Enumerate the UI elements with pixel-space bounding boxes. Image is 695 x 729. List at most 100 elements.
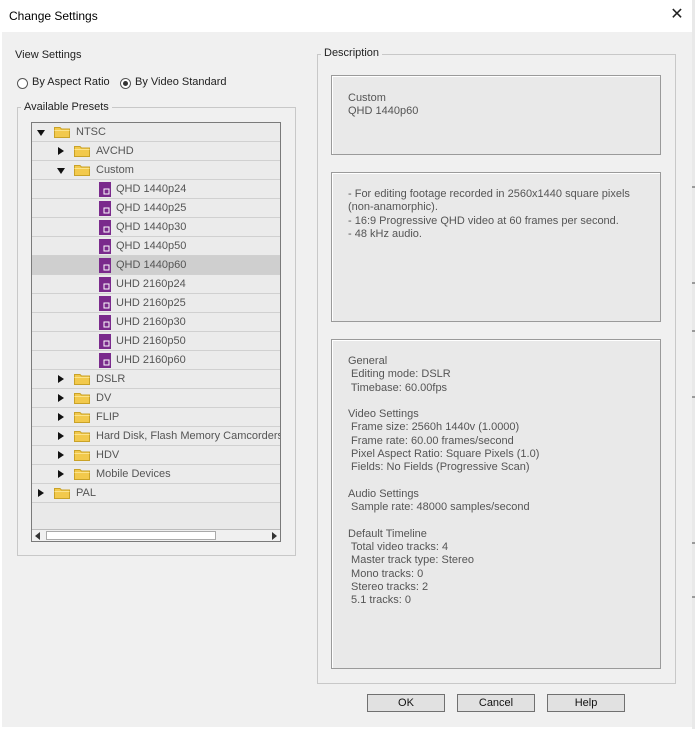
preset-file-icon	[99, 277, 111, 292]
video-standard-radio-label[interactable]: By Video Standard	[135, 76, 227, 88]
collapse-arrow-icon[interactable]	[37, 130, 45, 136]
preset-details-text: General Editing mode: DSLR Timebase: 60.…	[348, 355, 539, 608]
expand-arrow-icon[interactable]	[58, 451, 64, 459]
folder-icon	[54, 127, 70, 138]
tree-preset-row[interactable]: UHD 2160p60	[32, 351, 280, 370]
scroll-right-icon[interactable]	[272, 532, 277, 540]
folder-icon	[74, 146, 90, 157]
description-line	[348, 515, 539, 528]
title-bar: Change Settings ✕	[0, 0, 695, 32]
tree-item-label: HDV	[96, 449, 120, 461]
tree-item-label: QHD 1440p50	[116, 240, 187, 252]
expand-arrow-icon[interactable]	[58, 394, 64, 402]
folder-icon	[74, 431, 90, 442]
tree-folder-row[interactable]: Custom	[32, 161, 280, 180]
scroll-left-icon[interactable]	[35, 532, 40, 540]
video-standard-radio[interactable]	[120, 78, 131, 89]
ok-button[interactable]: OK	[367, 694, 445, 712]
preset-file-icon	[99, 239, 111, 254]
tree-preset-row[interactable]: QHD 1440p24	[32, 180, 280, 199]
tree-preset-row[interactable]: QHD 1440p50	[32, 237, 280, 256]
description-label: Description	[321, 47, 383, 59]
tree-preset-row[interactable]: QHD 1440p25	[32, 199, 280, 218]
description-line: QHD 1440p60	[348, 105, 419, 118]
preset-file-icon	[99, 220, 111, 235]
tree-item-label: UHD 2160p50	[116, 335, 186, 347]
preset-file-icon	[99, 296, 111, 311]
tree-preset-row[interactable]: UHD 2160p50	[32, 332, 280, 351]
help-button[interactable]: Help	[547, 694, 625, 712]
expand-arrow-icon[interactable]	[38, 489, 44, 497]
tree-item-label: Hard Disk, Flash Memory Camcorders	[96, 430, 281, 442]
expand-arrow-icon[interactable]	[58, 375, 64, 383]
tree-preset-row[interactable]: UHD 2160p25	[32, 294, 280, 313]
tree-folder-row[interactable]: DSLR	[32, 370, 280, 389]
description-line: Total video tracks: 4	[348, 541, 449, 554]
description-line: - 48 kHz audio.	[348, 227, 422, 240]
tree-item-label: UHD 2160p30	[116, 316, 186, 328]
preset-summary-panel: - For editing footage recorded in 2560x1…	[331, 172, 661, 322]
expand-arrow-icon[interactable]	[58, 413, 64, 421]
tree-preset-row[interactable]: UHD 2160p30	[32, 313, 280, 332]
folder-icon	[74, 374, 90, 385]
tree-folder-row[interactable]: AVCHD	[32, 142, 280, 161]
expand-arrow-icon[interactable]	[58, 147, 64, 155]
tree-preset-row[interactable]: QHD 1440p60	[32, 256, 280, 275]
description-line: - For editing footage recorded in 2560x1…	[348, 188, 630, 200]
tree-item-label: QHD 1440p25	[116, 202, 187, 214]
folder-icon	[74, 450, 90, 461]
description-line	[348, 475, 539, 488]
folder-icon	[74, 393, 90, 404]
tree-item-label: QHD 1440p30	[116, 221, 187, 233]
tree-preset-row[interactable]: UHD 2160p24	[32, 275, 280, 294]
horizontal-scrollbar[interactable]	[32, 529, 280, 541]
tree-item-label: Mobile Devices	[96, 468, 171, 480]
description-line: 5.1 tracks: 0	[348, 594, 411, 607]
tree-folder-row[interactable]: Hard Disk, Flash Memory Camcorders	[32, 427, 280, 446]
preset-file-icon	[99, 353, 111, 368]
tree-folder-row[interactable]: Mobile Devices	[32, 465, 280, 484]
expand-arrow-icon[interactable]	[58, 470, 64, 478]
preset-name-panel: Custom QHD 1440p60	[331, 75, 661, 155]
tree-folder-row[interactable]: NTSC	[32, 123, 280, 142]
folder-icon	[74, 412, 90, 423]
tree-folder-row[interactable]: DV	[32, 389, 280, 408]
description-line: Frame size: 2560h 1440v (1.0000)	[348, 421, 520, 434]
expand-arrow-icon[interactable]	[58, 432, 64, 440]
folder-icon	[74, 165, 90, 176]
preset-name-text: Custom QHD 1440p60	[348, 92, 418, 119]
folder-icon	[54, 488, 70, 499]
preset-summary-text: - For editing footage recorded in 2560x1…	[348, 188, 630, 241]
presets-tree[interactable]: NTSC AVCHD Custom QHD 1440p24 QHD 1440p25 QHD…	[31, 122, 281, 542]
description-line: Mono tracks: 0	[348, 567, 424, 580]
tree-item-label: UHD 2160p25	[116, 297, 186, 309]
scrollbar-thumb[interactable]	[46, 531, 216, 540]
cancel-button[interactable]: Cancel	[457, 694, 535, 712]
description-line: Editing mode: DSLR	[348, 368, 451, 381]
tree-preset-row[interactable]: QHD 1440p30	[32, 218, 280, 237]
tree-item-label: DV	[96, 392, 112, 404]
description-line: (non-anamorphic).	[348, 201, 438, 214]
preset-file-icon	[99, 334, 111, 349]
available-presets-label: Available Presets	[21, 101, 112, 113]
description-line: Default Timeline	[348, 527, 427, 540]
description-line: Frame rate: 60.00 frames/second	[348, 434, 514, 447]
tree-folder-row[interactable]: HDV	[32, 446, 280, 465]
description-line: Fields: No Fields (Progressive Scan)	[348, 461, 530, 474]
preset-file-icon	[99, 258, 111, 273]
aspect-ratio-radio[interactable]	[17, 78, 28, 89]
tree-item-label: PAL	[76, 487, 96, 499]
tree-item-label: FLIP	[96, 411, 120, 423]
tree-item-label: NTSC	[76, 126, 106, 138]
close-icon[interactable]: ✕	[667, 5, 687, 25]
preset-file-icon	[99, 315, 111, 330]
window-title: Change Settings	[9, 9, 98, 23]
collapse-arrow-icon[interactable]	[57, 168, 65, 174]
tree-folder-row[interactable]: FLIP	[32, 408, 280, 427]
preset-details-panel: General Editing mode: DSLR Timebase: 60.…	[331, 339, 661, 669]
tree-item-label: DSLR	[96, 373, 126, 385]
description-line: Video Settings	[348, 408, 419, 421]
aspect-ratio-radio-label[interactable]: By Aspect Ratio	[32, 76, 110, 88]
tree-folder-row[interactable]: PAL	[32, 484, 280, 503]
tree-item-label: UHD 2160p60	[116, 354, 186, 366]
